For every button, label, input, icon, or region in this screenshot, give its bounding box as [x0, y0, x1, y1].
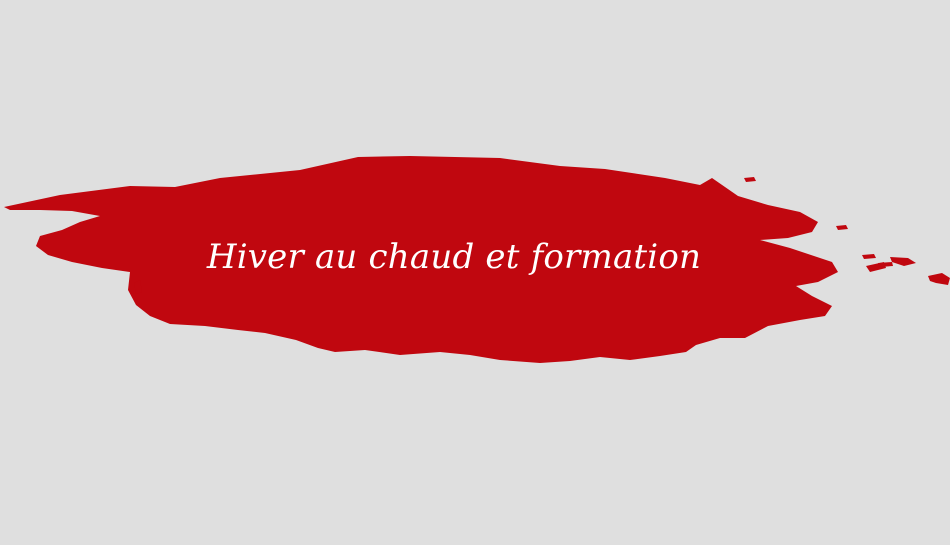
banner-title: Hiver au chaud et formation — [206, 237, 702, 277]
